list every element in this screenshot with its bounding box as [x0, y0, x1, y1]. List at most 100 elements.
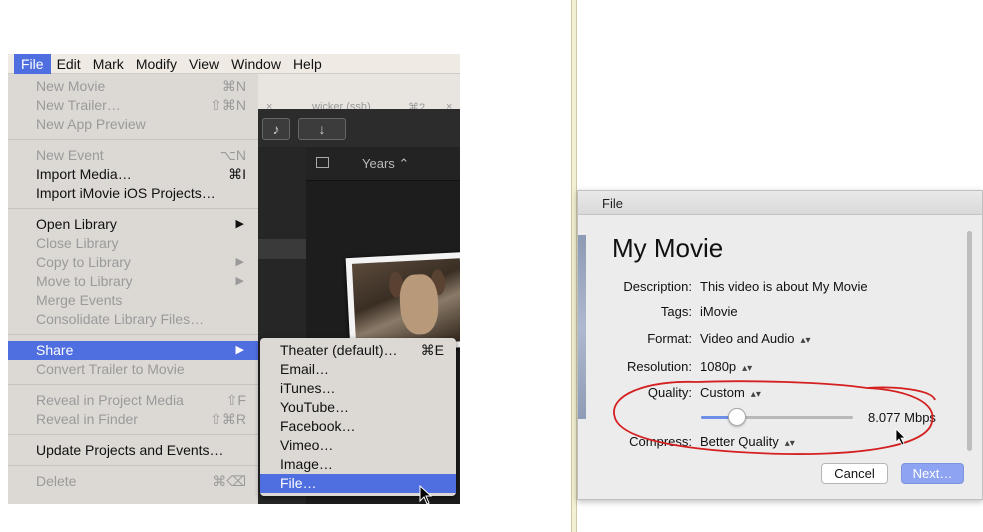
mouse-cursor-icon	[419, 485, 433, 504]
menu-file[interactable]: File	[14, 54, 51, 74]
description-field[interactable]: This video is about My Movie	[700, 279, 868, 294]
music-icon[interactable]: ♪	[262, 118, 290, 140]
menu-item-label: New Movie	[36, 78, 106, 94]
menu-item-label: Convert Trailer to Movie	[36, 361, 185, 377]
menu-item-label: Close Library	[36, 235, 119, 251]
compress-popup[interactable]: Better Quality ▴▾	[700, 434, 795, 449]
menu-separator	[8, 208, 258, 209]
submenu-item-label: Email…	[280, 361, 330, 377]
imovie-menu-screenshot: × wicker (ssh) ⌘2 × ♪ ↓ Years ⌃ File Edi…	[8, 54, 460, 504]
menu-shortcut: ⌘E	[420, 342, 444, 358]
popup-arrows-icon: ▴▾	[784, 438, 795, 449]
menu-item-import-ios[interactable]: Import iMovie iOS Projects…	[8, 184, 258, 203]
years-dropdown[interactable]: Years ⌃	[362, 156, 409, 172]
menu-item-label: New App Preview	[36, 116, 146, 132]
menu-shortcut: ⌘⌫	[212, 473, 246, 489]
submenu-arrow-icon: ▶	[235, 256, 244, 268]
menu-item-label: Consolidate Library Files…	[36, 311, 205, 327]
download-icon: ↓	[318, 121, 326, 137]
menu-edit[interactable]: Edit	[51, 54, 87, 74]
menu-view[interactable]: View	[183, 54, 225, 74]
menu-item-update-projects[interactable]: Update Projects and Events…	[8, 441, 258, 460]
menu-item-new-movie[interactable]: New Movie ⌘N	[8, 77, 258, 96]
format-label: Format:	[647, 331, 692, 346]
dialog-title: File	[578, 191, 982, 215]
submenu-arrow-icon: ▶	[235, 218, 244, 230]
menu-item-copy-to-library[interactable]: Copy to Library ▶	[8, 253, 258, 272]
menu-item-label: Move to Library	[36, 273, 133, 289]
menu-shortcut: ⇧F	[225, 392, 246, 408]
menu-item-new-app-preview[interactable]: New App Preview	[8, 115, 258, 134]
dog-face	[398, 273, 440, 336]
menu-item-merge-events[interactable]: Merge Events	[8, 291, 258, 310]
file-menu: New Movie ⌘N New Trailer… ⇧⌘N New App Prev…	[8, 74, 258, 504]
menu-bar: File Edit Mark Modify View Window Help	[8, 54, 460, 74]
menu-modify[interactable]: Modify	[130, 54, 183, 74]
export-file-dialog: File My Movie Description: This video is…	[577, 190, 983, 500]
share-item-image[interactable]: Image…	[260, 455, 456, 474]
menu-item-import-media[interactable]: Import Media… ⌘I	[8, 165, 258, 184]
share-item-youtube[interactable]: YouTube…	[260, 398, 456, 417]
compress-value: Better Quality	[700, 434, 779, 449]
years-bar: Years ⌃	[306, 147, 460, 181]
menu-item-close-library[interactable]: Close Library	[8, 234, 258, 253]
quality-popup[interactable]: Custom ▴▾	[700, 385, 761, 400]
menu-window[interactable]: Window	[225, 54, 287, 74]
menu-separator	[8, 334, 258, 335]
menu-item-new-event[interactable]: New Event ⌥N	[8, 146, 258, 165]
popup-arrows-icon: ▴▾	[800, 335, 811, 346]
menu-shortcut: ⇧⌘R	[210, 411, 246, 427]
bitrate-slider-track[interactable]	[701, 416, 853, 419]
library-row-selected[interactable]	[258, 239, 306, 259]
share-item-itunes[interactable]: iTunes…	[260, 379, 456, 398]
bitrate-slider-knob[interactable]	[728, 408, 747, 426]
menu-separator	[8, 465, 258, 466]
share-item-facebook[interactable]: Facebook…	[260, 417, 456, 436]
share-item-email[interactable]: Email…	[260, 360, 456, 379]
next-button[interactable]: Next…	[901, 463, 964, 484]
menu-item-reveal-project-media[interactable]: Reveal in Project Media ⇧F	[8, 391, 258, 410]
menu-item-label: Open Library	[36, 216, 117, 232]
submenu-arrow-icon: ▶	[235, 275, 244, 287]
menu-item-consolidate[interactable]: Consolidate Library Files…	[8, 310, 258, 329]
mouse-cursor-icon	[895, 428, 906, 446]
submenu-item-label: YouTube…	[280, 399, 350, 415]
popup-arrows-icon: ▴▾	[750, 389, 761, 400]
menu-item-label: Share	[36, 342, 74, 358]
menu-item-convert-trailer[interactable]: Convert Trailer to Movie	[8, 360, 258, 379]
bitrate-value: 8.077 Mbps	[868, 410, 936, 425]
menu-shortcut: ⌥N	[219, 147, 246, 163]
dialog-scrollbar[interactable]	[967, 231, 972, 451]
menu-shortcut: ⌘N	[221, 78, 246, 94]
menu-item-reveal-finder[interactable]: Reveal in Finder ⇧⌘R	[8, 410, 258, 429]
menu-help[interactable]: Help	[287, 54, 328, 74]
menu-item-open-library[interactable]: Open Library ▶	[8, 215, 258, 234]
compress-label: Compress:	[629, 434, 692, 449]
download-button[interactable]: ↓	[298, 118, 346, 140]
menu-item-label: New Event	[36, 147, 104, 163]
menu-mark[interactable]: Mark	[87, 54, 130, 74]
menu-item-new-trailer[interactable]: New Trailer… ⇧⌘N	[8, 96, 258, 115]
description-label: Description:	[623, 279, 692, 294]
quality-value: Custom	[700, 385, 745, 400]
menu-item-delete[interactable]: Delete ⌘⌫	[8, 472, 258, 491]
tags-field[interactable]: iMovie	[700, 304, 738, 319]
tags-label: Tags:	[660, 304, 692, 319]
submenu-item-label: Facebook…	[280, 418, 356, 434]
sidebar-toggle-icon[interactable]	[316, 157, 329, 168]
menu-shortcut: ⇧⌘N	[210, 97, 246, 113]
popup-arrows-icon: ▴▾	[742, 363, 753, 374]
resolution-popup[interactable]: 1080p ▴▾	[700, 359, 752, 374]
cancel-button[interactable]: Cancel	[821, 463, 888, 484]
share-item-vimeo[interactable]: Vimeo…	[260, 436, 456, 455]
submenu-item-label: Theater (default)…	[280, 342, 398, 358]
menu-item-move-to-library[interactable]: Move to Library ▶	[8, 272, 258, 291]
share-item-theater[interactable]: Theater (default)… ⌘E	[260, 341, 456, 360]
menu-item-label: New Trailer…	[36, 97, 121, 113]
submenu-item-label: Image…	[280, 456, 333, 472]
menu-item-share[interactable]: Share ▶	[8, 341, 258, 360]
menu-shortcut: ⌘I	[228, 166, 246, 182]
movie-title[interactable]: My Movie	[612, 233, 723, 264]
format-popup[interactable]: Video and Audio ▴▾	[700, 331, 811, 346]
quality-label: Quality:	[647, 385, 692, 400]
